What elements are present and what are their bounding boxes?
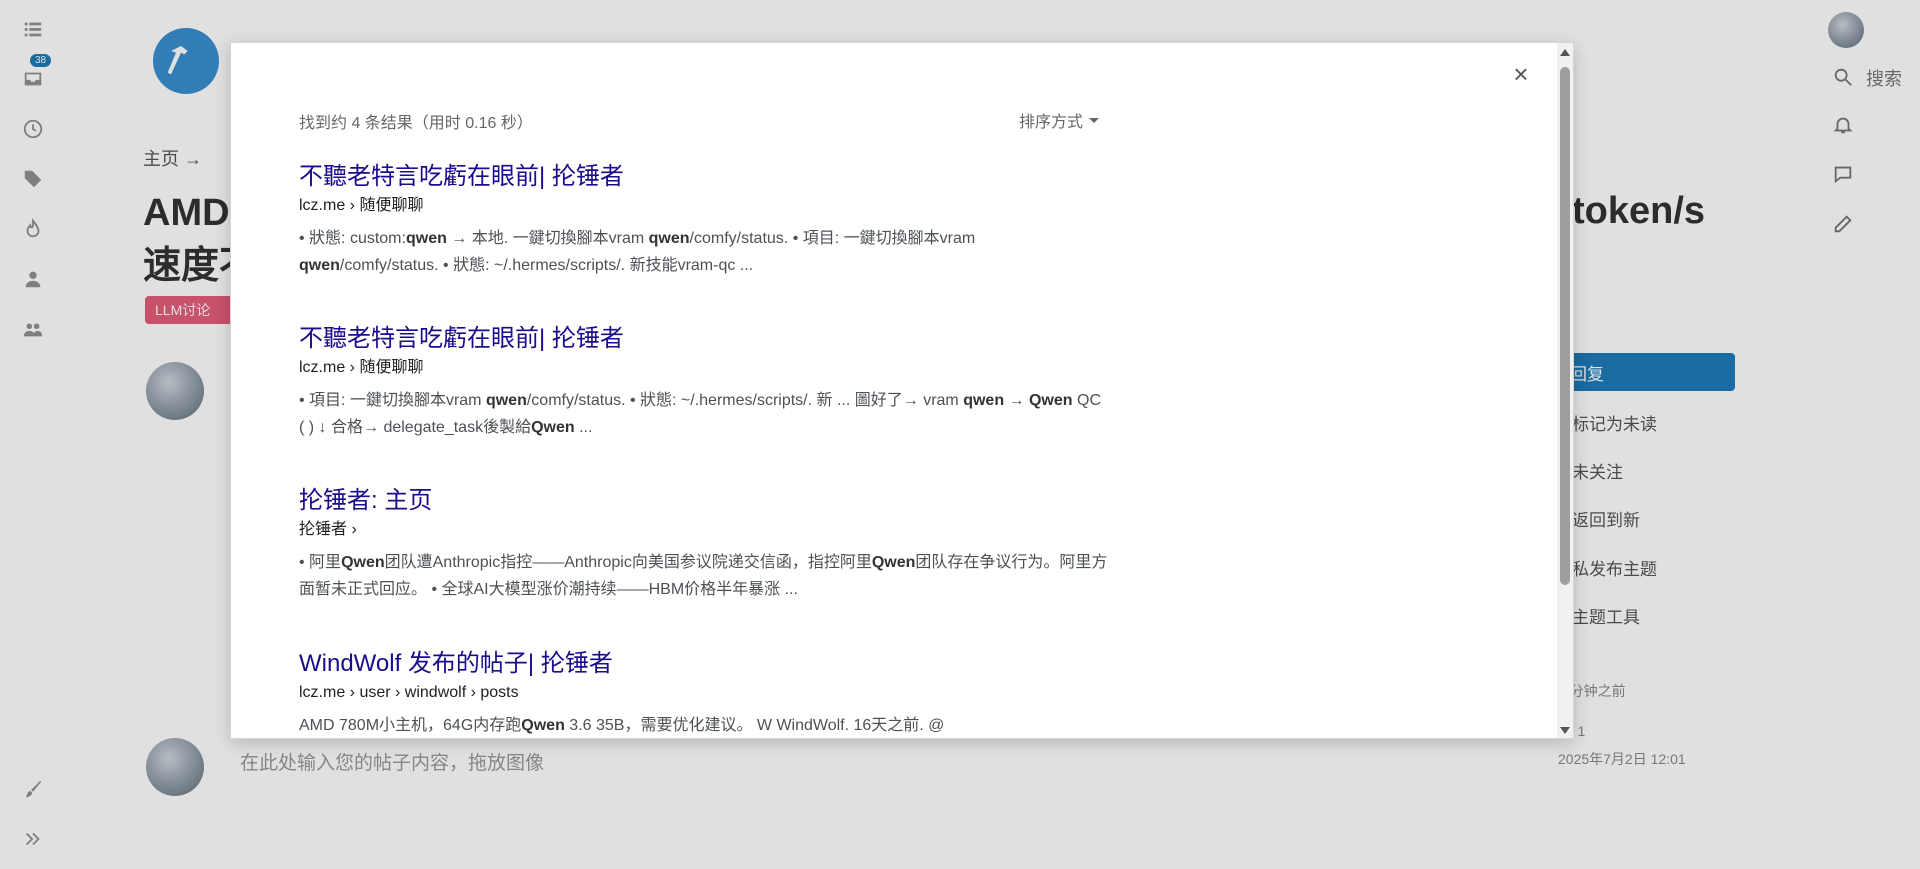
search-results-modal: × 找到约 4 条结果（用时 0.16 秒） 排序方式 不聽老特言吃虧在眼前| … (230, 42, 1574, 739)
sort-button[interactable]: 排序方式 (1019, 108, 1100, 132)
result-snippet: • 狀態: custom:qwen → 本地. 一鍵切換腳本vram qwen/… (299, 230, 976, 274)
scroll-down-arrow-icon[interactable] (1560, 727, 1570, 734)
result-snippet: AMD 780M小主机，64G内存跑Qwen 3.6 35B，需要优化建议。 W… (299, 717, 945, 734)
caret-down-icon (1089, 117, 1100, 123)
result-stats: 找到约 4 条结果（用时 0.16 秒） (299, 115, 533, 132)
result-title-link[interactable]: 抡锤者: 主页 (299, 485, 1119, 517)
result-url: lcz.me › 随便聊聊 (299, 359, 424, 376)
result-url: lcz.me › user › windwolf › posts (299, 684, 519, 701)
sort-label: 排序方式 (1019, 114, 1084, 131)
result-url: lcz.me › 随便聊聊 (299, 197, 424, 214)
scroll-up-arrow-icon[interactable] (1560, 49, 1570, 56)
result-snippet: • 阿里Qwen团队遭Anthropic指控——Anthropic向美国参议院递… (299, 554, 1108, 598)
close-button[interactable]: × (1508, 61, 1534, 87)
modal-scrollbar[interactable] (1557, 43, 1573, 738)
result-title-link[interactable]: 不聽老特言吃虧在眼前| 抡锤者 (299, 323, 1119, 355)
result-title-link[interactable]: WindWolf 发布的帖子| 抡锤者 (299, 648, 1119, 680)
search-result: WindWolf 发布的帖子| 抡锤者 lcz.me › user › wind… (299, 648, 1119, 738)
result-url: 抡锤者 › (299, 521, 357, 538)
search-result: 不聽老特言吃虧在眼前| 抡锤者 lcz.me › 随便聊聊 • 狀態: cust… (299, 161, 1119, 279)
search-result: 抡锤者: 主页 抡锤者 › • 阿里Qwen团队遭Anthropic指控——An… (299, 485, 1119, 603)
result-title-link[interactable]: 不聽老特言吃虧在眼前| 抡锤者 (299, 161, 1119, 193)
scroll-thumb[interactable] (1560, 67, 1570, 585)
result-snippet: • 項目: 一鍵切換腳本vram qwen/comfy/status. • 狀態… (299, 392, 1101, 436)
search-result: 不聽老特言吃虧在眼前| 抡锤者 lcz.me › 随便聊聊 • 項目: 一鍵切換… (299, 323, 1119, 441)
